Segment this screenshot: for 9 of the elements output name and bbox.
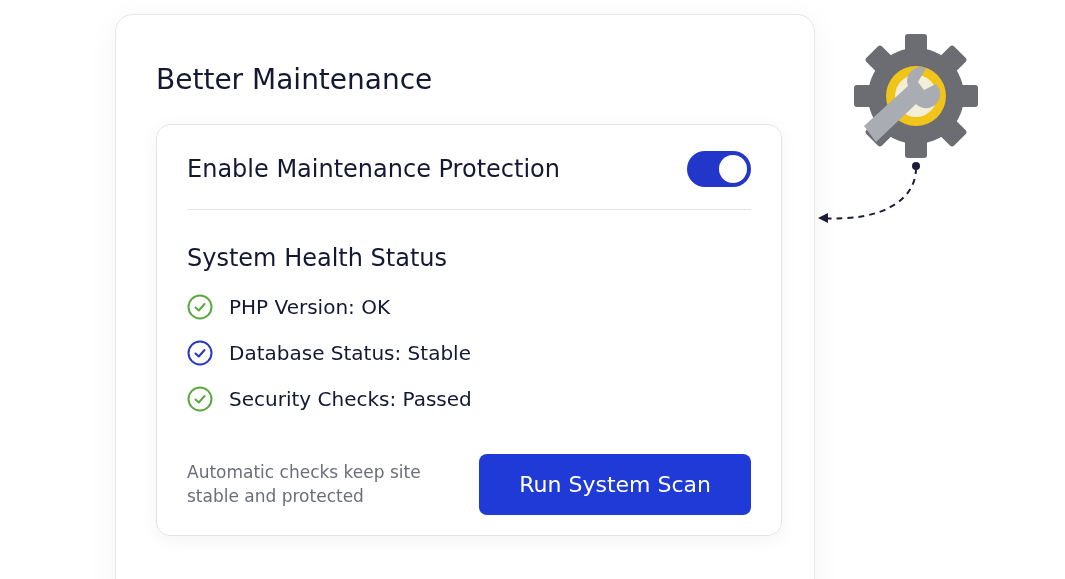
helper-text: Automatic checks keep site stable and protected: [187, 460, 422, 508]
toggle-label: Enable Maintenance Protection: [187, 155, 560, 183]
card-title: Better Maintenance: [156, 63, 434, 96]
run-scan-button[interactable]: Run System Scan: [479, 454, 751, 515]
toggle-switch[interactable]: [687, 151, 751, 187]
status-text: PHP Version: OK: [229, 295, 390, 319]
status-text: Security Checks: Passed: [229, 387, 472, 411]
section-title: System Health Status: [187, 244, 449, 272]
status-text: Database Status: Stable: [229, 341, 471, 365]
